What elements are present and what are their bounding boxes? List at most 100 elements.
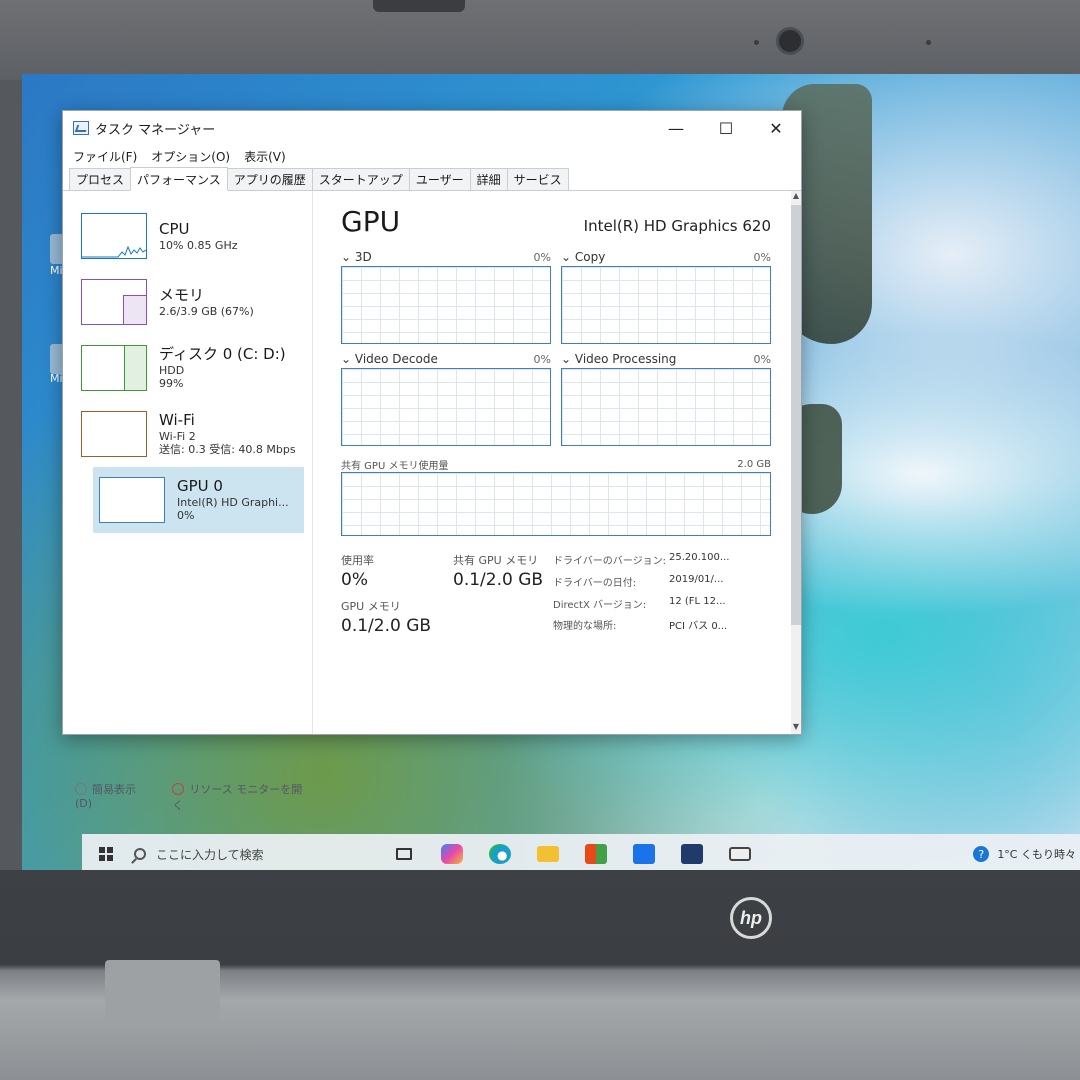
tab-performance[interactable]: パフォーマンス <box>130 167 228 191</box>
sidebar-memory-name: メモリ <box>159 285 205 304</box>
mail-icon[interactable] <box>716 834 764 874</box>
engine-video-decode-selector[interactable]: ⌄ Video Decode <box>341 352 438 366</box>
engine-3d-label: 3D <box>354 250 372 264</box>
scroll-down-icon[interactable]: ▼ <box>791 722 801 734</box>
utilization-value: 0% <box>341 570 368 590</box>
menu-options[interactable]: オプション(O) <box>151 148 230 165</box>
engine-copy-graph <box>561 266 771 344</box>
desktop-screen: Mic Mic タスク マネージャー — ☐ ✕ ファイル(F) オプション(O… <box>22 74 1080 874</box>
engine-video-processing-selector[interactable]: ⌄ Video Processing <box>561 352 676 366</box>
utilization-label: 使用率 <box>341 554 374 567</box>
wifi-mini-graph <box>81 411 147 457</box>
tab-startup[interactable]: スタートアップ <box>311 168 410 190</box>
tab-users[interactable]: ユーザー <box>408 168 471 190</box>
engine-video-decode-percent: 0% <box>533 352 551 366</box>
scroll-up-icon[interactable]: ▲ <box>791 191 801 203</box>
sensor-dot <box>926 40 931 45</box>
sidebar-disk-type: HDD <box>159 363 185 377</box>
sidebar-disk-name: ディスク 0 (C: D:) <box>159 344 286 363</box>
menu-file[interactable]: ファイル(F) <box>73 148 137 165</box>
bezel-notch <box>373 0 465 12</box>
laptop-bezel-top <box>0 0 1080 80</box>
driver-date-value: 2019/01/... <box>669 573 724 585</box>
resource-monitor-icon <box>172 783 185 795</box>
memory-mini-graph <box>81 279 147 325</box>
driver-version-label: ドライバーのバージョン: <box>553 556 666 567</box>
window-controls: — ☐ ✕ <box>651 111 801 145</box>
fewer-details-link[interactable]: 簡易表示(D) <box>75 781 152 813</box>
store-icon[interactable] <box>572 834 620 874</box>
window-footer: 簡易表示(D) リソース モニターを開く <box>75 781 312 813</box>
sidebar-gpu-usage: 0% <box>177 509 195 523</box>
system-tray: ? 1°C くもり時々 <box>973 846 1080 862</box>
engine-copy-selector[interactable]: ⌄ Copy <box>561 250 605 264</box>
help-icon[interactable]: ? <box>973 846 990 862</box>
sidebar-disk-usage: 99% <box>159 377 184 391</box>
menu-view[interactable]: 表示(V) <box>244 148 286 165</box>
windows-logo-icon <box>99 847 113 861</box>
weather-widget[interactable]: 1°C くもり時々 <box>997 846 1076 862</box>
taskbar-search[interactable]: ここに入力して検索 <box>130 834 380 874</box>
sidebar-item-wifi[interactable]: Wi-Fi Wi-Fi 2 送信: 0.3 受信: 40.8 Mbps <box>63 401 312 467</box>
sidebar-cpu-name: CPU <box>159 219 190 238</box>
laptop-hinge <box>105 960 220 1020</box>
sidebar-item-cpu[interactable]: CPU 10% 0.85 GHz <box>63 203 312 269</box>
engine-video-decode-label: Video Decode <box>354 352 438 366</box>
sidebar-item-disk[interactable]: ディスク 0 (C: D:) HDD 99% <box>63 335 312 401</box>
maximize-button[interactable]: ☐ <box>701 111 751 145</box>
gpu-stats: 使用率 0% GPU メモリ 0.1/2.0 GB 共有 GPU メモリ 0.1… <box>341 552 771 636</box>
scroll-thumb[interactable] <box>791 205 801 625</box>
engine-3d-percent: 0% <box>533 250 551 264</box>
gpu-detail-pane: GPU Intel(R) HD Graphics 620 ⌄ 3D 0% ⌄ Co… <box>313 191 801 734</box>
page-title: GPU <box>341 205 401 238</box>
menu-bar: ファイル(F) オプション(O) 表示(V) <box>63 145 801 167</box>
edge-icon[interactable] <box>476 834 524 874</box>
tab-bar: プロセス パフォーマンス アプリの履歴 スタートアップ ユーザー 詳細 サービス <box>63 167 801 191</box>
driver-date-label: ドライバーの日付: <box>553 577 637 589</box>
gpu-memory-label: GPU メモリ <box>341 600 401 613</box>
task-view-icon[interactable] <box>380 834 428 874</box>
tab-processes[interactable]: プロセス <box>69 168 132 190</box>
copilot-icon[interactable] <box>428 834 476 874</box>
shared-memory-max: 2.0 GB <box>737 458 771 470</box>
sidebar-item-gpu[interactable]: GPU 0 Intel(R) HD Graphi... 0% <box>93 467 304 533</box>
engine-3d-selector[interactable]: ⌄ 3D <box>341 250 372 264</box>
tab-services[interactable]: サービス <box>506 168 569 190</box>
resource-monitor-link[interactable]: リソース モニターを開く <box>172 781 312 813</box>
driver-info: ドライバーのバージョン: 25.20.100... ドライバーの日付: 2019/0… <box>553 552 733 636</box>
hp-logo: hp <box>730 897 772 939</box>
engine-video-processing-graph <box>561 368 771 446</box>
window-title: タスク マネージャー <box>95 122 216 138</box>
engine-video-processing-percent: 0% <box>753 352 771 366</box>
task-manager-icon <box>73 121 89 135</box>
webcam <box>776 27 804 55</box>
dropbox-icon[interactable] <box>620 834 668 874</box>
engine-copy-label: Copy <box>574 250 606 264</box>
taskbar-apps <box>380 834 764 874</box>
resource-sidebar: CPU 10% 0.85 GHz メモリ 2.6/3.9 GB (67%) ディ… <box>63 191 313 812</box>
sidebar-wifi-name: Wi-Fi <box>159 410 195 429</box>
physical-location-label: 物理的な場所: <box>553 621 617 633</box>
engine-video-processing: ⌄ Video Processing 0% <box>561 350 771 446</box>
tab-details[interactable]: 詳細 <box>469 168 508 190</box>
engine-graphs: ⌄ 3D 0% ⌄ Copy 0% ⌄ Video Decode 0% ⌄ Video… <box>341 248 771 446</box>
sidebar-wifi-throughput: 送信: 0.3 受信: 40.8 Mbps <box>159 443 296 457</box>
tab-app-history[interactable]: アプリの履歴 <box>226 168 313 190</box>
sidebar-item-memory[interactable]: メモリ 2.6/3.9 GB (67%) <box>63 269 312 335</box>
shared-memory-graph <box>341 472 771 536</box>
start-button[interactable] <box>82 834 130 874</box>
vertical-scrollbar[interactable]: ▲ ▼ <box>791 191 801 734</box>
taskbar: ここに入力して検索 ? 1°C くもり時々 <box>82 834 1080 874</box>
engine-copy: ⌄ Copy 0% <box>561 248 771 344</box>
file-explorer-icon[interactable] <box>524 834 572 874</box>
close-button[interactable]: ✕ <box>751 111 801 145</box>
sidebar-gpu-name: GPU 0 <box>177 476 223 495</box>
search-icon <box>134 848 146 860</box>
gpu-model-name: Intel(R) HD Graphics 620 <box>583 217 771 235</box>
sidebar-wifi-adapter: Wi-Fi 2 <box>159 429 196 443</box>
powershell-icon[interactable] <box>668 834 716 874</box>
minimize-button[interactable]: — <box>651 111 701 145</box>
title-bar[interactable]: タスク マネージャー — ☐ ✕ <box>63 111 801 145</box>
engine-3d: ⌄ 3D 0% <box>341 248 551 344</box>
directx-version-label: DirectX バージョン: <box>553 599 647 611</box>
